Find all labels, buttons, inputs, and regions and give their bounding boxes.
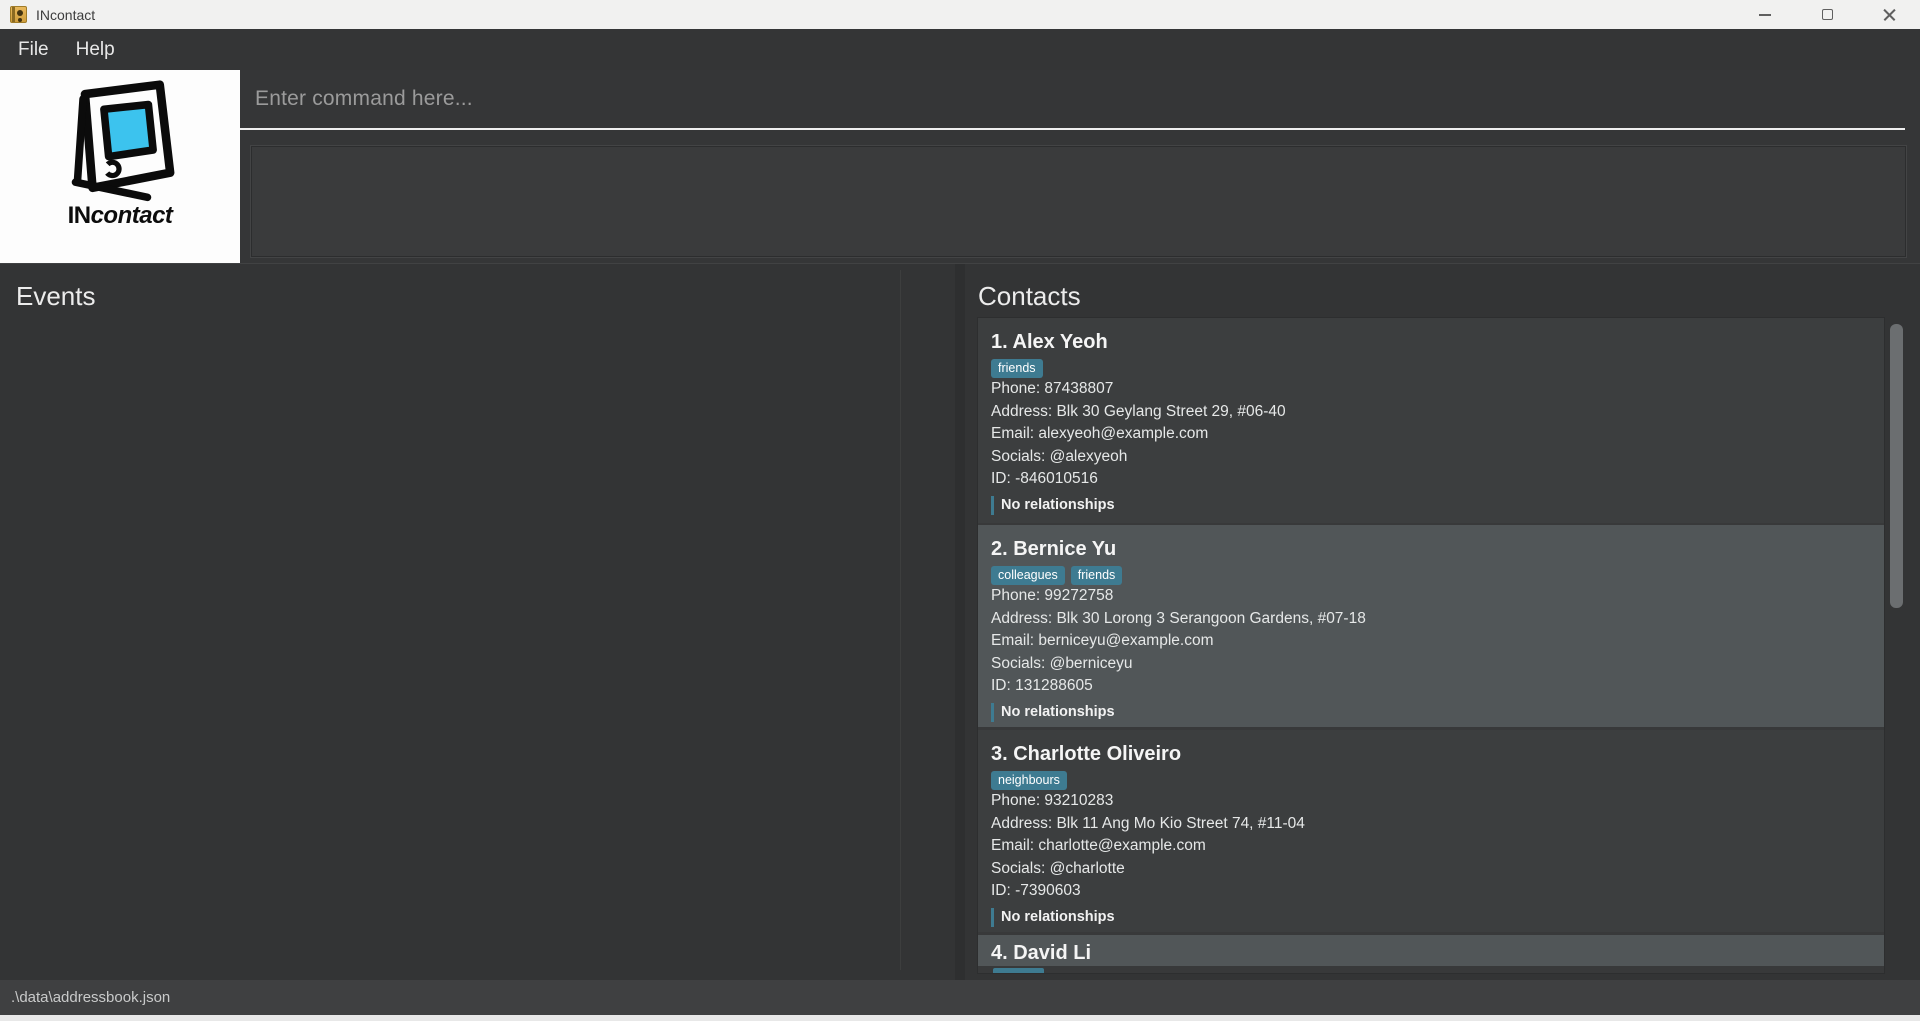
result-display xyxy=(250,145,1907,258)
tag-list: friends xyxy=(991,359,1872,378)
contact-socials: Socials: @alexyeoh xyxy=(991,447,1128,465)
logo-wordmark: INcontact xyxy=(67,202,173,229)
contact-email: Email: charlotte@example.com xyxy=(991,837,1206,854)
contact-card-1[interactable]: 1. Alex Yeoh friends Phone: 87438807 Add… xyxy=(978,318,1884,523)
status-bar: .\data\addressbook.json xyxy=(0,980,1920,1015)
command-input[interactable] xyxy=(240,70,1905,128)
contact-card-3[interactable]: 3. Charlotte Oliveiro neighbours Phone: … xyxy=(978,730,1884,932)
contact-email: Email: alexyeoh@example.com xyxy=(991,425,1209,442)
contacts-scrollbar-thumb[interactable] xyxy=(1890,324,1903,608)
command-box xyxy=(240,70,1905,130)
tag-badge: friends xyxy=(1070,566,1123,585)
events-list xyxy=(8,270,901,970)
maximize-icon xyxy=(1821,9,1833,20)
contact-socials: Socials: @charlotte xyxy=(991,859,1125,877)
tag-badge: friends xyxy=(991,359,1043,378)
events-panel: Events xyxy=(0,264,955,981)
minimize-icon xyxy=(1759,13,1771,16)
menu-help[interactable]: Help xyxy=(76,39,115,61)
contact-list: 1. Alex Yeoh friends Phone: 87438807 Add… xyxy=(977,317,1885,974)
app-logo: INcontact xyxy=(0,70,240,263)
menu-bar: File Help xyxy=(0,29,1920,70)
contact-address: Address: Blk 30 Geylang Street 29, #06-4… xyxy=(991,402,1286,420)
app-window: INcontact File Help INcontact Enter comm… xyxy=(0,0,1920,1021)
tag-badge: neighbours xyxy=(991,771,1067,790)
contact-relationships: No relationships xyxy=(991,907,1872,927)
contact-name: 2. Bernice Yu xyxy=(991,538,1117,560)
tag-list: neighbours xyxy=(991,771,1872,790)
contact-phone: Phone: 99272758 xyxy=(991,587,1114,604)
contact-name: 4. David Li xyxy=(991,942,1092,964)
contact-name: 3. Charlotte Oliveiro xyxy=(991,743,1182,765)
close-button[interactable] xyxy=(1858,0,1920,29)
app-icon xyxy=(10,6,27,23)
contact-id: ID: -7390603 xyxy=(991,882,1081,899)
contact-address: Address: Blk 11 Ang Mo Kio Street 74, #1… xyxy=(991,814,1305,832)
contact-email: Email: berniceyu@example.com xyxy=(991,632,1214,649)
phone-logo-icon xyxy=(71,80,175,202)
contact-name: 1. Alex Yeoh xyxy=(991,331,1108,353)
top-section: INcontact xyxy=(0,70,1920,263)
contact-socials: Socials: @berniceyu xyxy=(991,654,1133,672)
contact-id: ID: 131288605 xyxy=(991,677,1093,694)
contact-relationships: No relationships xyxy=(991,495,1872,515)
contact-card-2[interactable]: 2. Bernice Yu colleagues friends Phone: … xyxy=(978,525,1884,727)
window-bottom-edge xyxy=(0,1015,1920,1021)
contact-id: ID: -846010516 xyxy=(991,470,1098,487)
maximize-button[interactable] xyxy=(1796,0,1858,29)
contact-relationships: No relationships xyxy=(991,702,1872,722)
window-title: INcontact xyxy=(36,6,96,23)
window-controls xyxy=(1734,0,1920,29)
close-icon xyxy=(1883,8,1896,21)
contact-phone: Phone: 93210283 xyxy=(991,792,1114,809)
main-split-area: Events Contacts 1. Alex Yeoh friends Pho… xyxy=(0,263,1920,980)
contact-phone: Phone: 87438807 xyxy=(991,380,1114,397)
minimize-button[interactable] xyxy=(1734,0,1796,29)
menu-file[interactable]: File xyxy=(18,39,49,61)
contact-address: Address: Blk 30 Lorong 3 Serangoon Garde… xyxy=(991,609,1366,627)
tag-list: colleagues friends xyxy=(991,566,1872,585)
title-bar: INcontact xyxy=(0,0,1920,29)
contact-card-4[interactable]: 4. David Li xyxy=(978,935,1884,973)
split-divider[interactable] xyxy=(955,264,965,980)
tag-badge-clipped xyxy=(993,968,1044,973)
events-panel-title: Events xyxy=(16,281,96,311)
tag-badge: colleagues xyxy=(991,566,1065,585)
contacts-panel: Contacts 1. Alex Yeoh friends Phone: 874… xyxy=(965,264,1920,981)
contacts-panel-title: Contacts xyxy=(978,281,1081,311)
status-file-path: .\data\addressbook.json xyxy=(11,989,171,1006)
